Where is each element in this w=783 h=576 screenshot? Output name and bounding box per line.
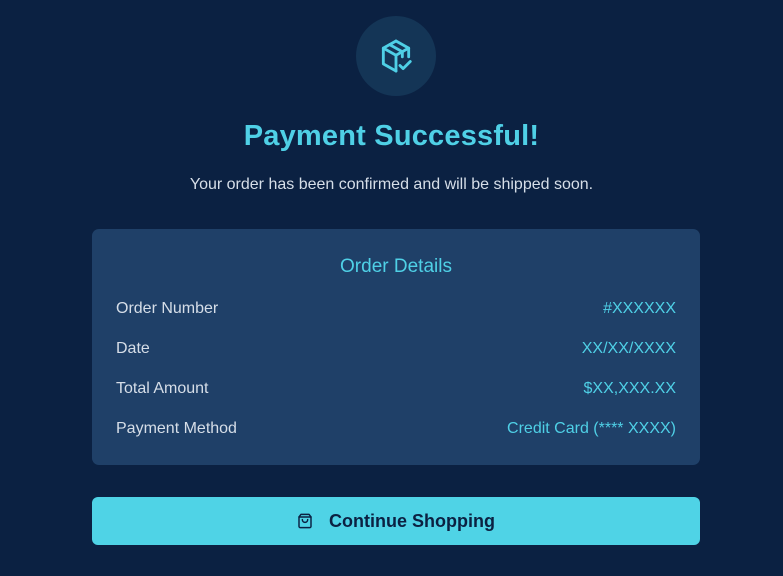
date-label: Date bbox=[116, 340, 150, 357]
shopping-bag-icon bbox=[297, 513, 313, 529]
order-details-card: Order Details Order Number #XXXXXX Date … bbox=[92, 229, 700, 465]
total-amount-label: Total Amount bbox=[116, 380, 209, 397]
continue-shopping-label: Continue Shopping bbox=[329, 510, 495, 531]
package-check-icon bbox=[381, 39, 412, 73]
payment-method-value: Credit Card (**** XXXX) bbox=[507, 420, 676, 437]
page-title: Payment Successful! bbox=[243, 120, 540, 152]
payment-method-label: Payment Method bbox=[116, 420, 237, 437]
date-row: Date XX/XX/XXXX bbox=[116, 338, 676, 360]
success-icon-badge bbox=[356, 16, 436, 96]
order-number-row: Order Number #XXXXXX bbox=[116, 298, 676, 320]
payment-success-page: Payment Successful! Your order has been … bbox=[0, 0, 783, 576]
order-number-value: #XXXXXX bbox=[603, 300, 676, 317]
total-amount-value: $XX,XXX.XX bbox=[583, 380, 677, 397]
continue-shopping-button[interactable]: Continue Shopping bbox=[92, 497, 700, 545]
order-details-heading: Order Details bbox=[340, 256, 452, 277]
total-amount-row: Total Amount $XX,XXX.XX bbox=[116, 378, 676, 400]
order-number-label: Order Number bbox=[116, 300, 219, 317]
payment-method-row: Payment Method Credit Card (**** XXXX) bbox=[116, 418, 676, 440]
confirmation-message: Your order has been confirmed and will b… bbox=[189, 176, 594, 193]
date-value: XX/XX/XXXX bbox=[581, 340, 676, 357]
